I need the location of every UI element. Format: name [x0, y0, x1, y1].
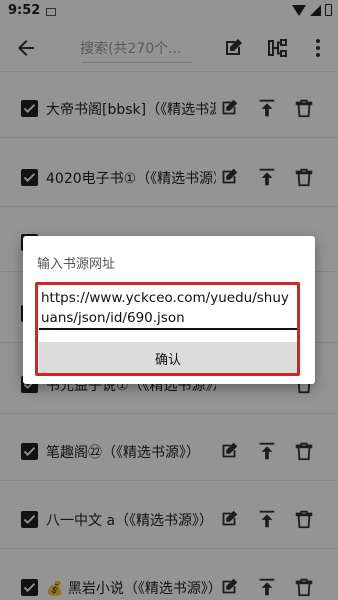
import-url-dialog: 输入书源网址 https://www.yckceo.com/yuedu/shuy… [23, 236, 315, 384]
url-input[interactable]: https://www.yckceo.com/yuedu/shuyuans/js… [41, 288, 297, 328]
url-input-underline [39, 328, 297, 330]
confirm-button[interactable]: 确认 [39, 342, 297, 374]
dialog-title: 输入书源网址 [37, 257, 116, 272]
